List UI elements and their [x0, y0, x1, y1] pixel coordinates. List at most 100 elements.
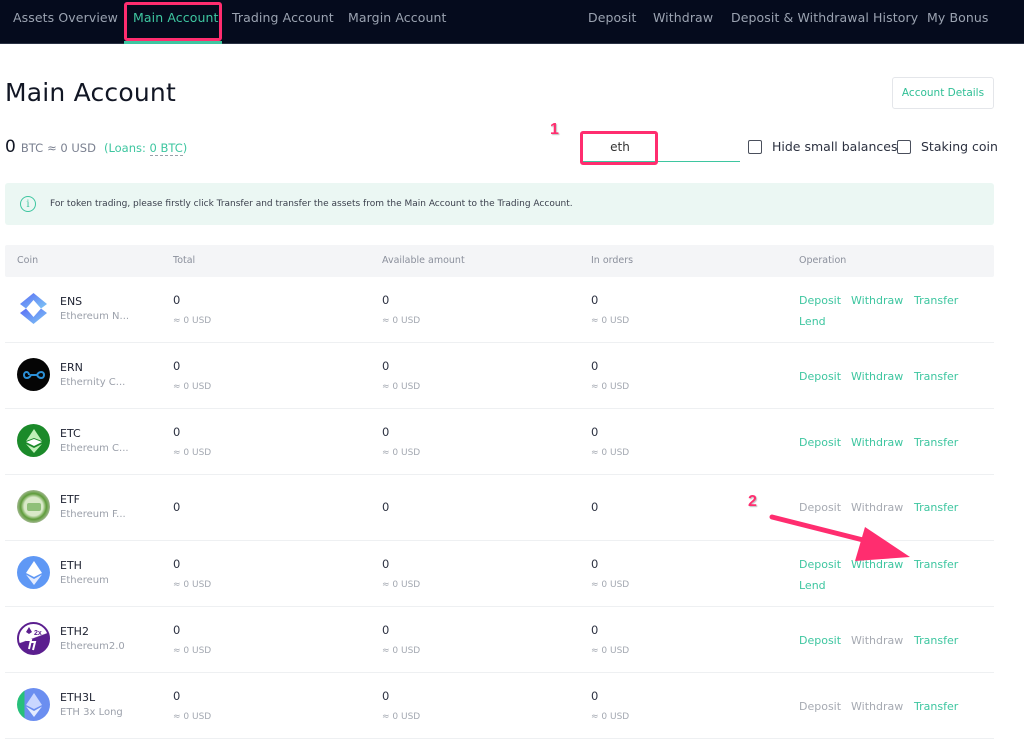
transfer-link[interactable]: Transfer — [914, 501, 958, 514]
transfer-link[interactable]: Transfer — [914, 294, 958, 307]
deposit-link[interactable]: Deposit — [799, 370, 841, 383]
withdraw-link[interactable]: Withdraw — [851, 436, 903, 449]
loans-info: (Loans: 0 BTC) — [103, 141, 188, 156]
header-available: Available amount — [382, 255, 465, 266]
deposit-link[interactable]: Deposit — [799, 436, 841, 449]
balance-summary: 0 BTC ≈ 0 USD (Loans: 0 BTC) — [5, 137, 187, 157]
available-usd: ≈ 0 USD — [382, 382, 421, 392]
available-value: 0 — [382, 623, 390, 637]
eth2-coin-icon: 2x — [17, 622, 50, 655]
available-usd: ≈ 0 USD — [382, 712, 421, 722]
in-orders-value: 0 — [591, 500, 599, 514]
table-row: ETF Ethereum F... 0 0 0 Deposit Withdraw… — [5, 475, 994, 541]
in-orders-value: 0 — [591, 557, 599, 571]
lend-link[interactable]: Lend — [799, 579, 826, 592]
annotation-marker-1: 1 — [550, 121, 559, 138]
staking-coin-label: Staking coin — [921, 139, 998, 154]
account-details-button[interactable]: Account Details — [892, 77, 994, 109]
nav-margin-account[interactable]: Margin Account — [348, 10, 447, 25]
info-icon: i — [20, 196, 36, 212]
deposit-link[interactable]: Deposit — [799, 294, 841, 307]
coin-symbol: ETH — [60, 559, 82, 572]
transfer-link[interactable]: Transfer — [914, 634, 958, 647]
available-usd: ≈ 0 USD — [382, 646, 421, 656]
transfer-link[interactable]: Transfer — [914, 558, 958, 571]
in-orders-usd: ≈ 0 USD — [591, 712, 630, 722]
transfer-link[interactable]: Transfer — [914, 370, 958, 383]
balance-usd: ≈ 0 USD — [47, 141, 96, 155]
available-value: 0 — [382, 557, 390, 571]
withdraw-link[interactable]: Withdraw — [851, 634, 903, 647]
deposit-link[interactable]: Deposit — [799, 501, 841, 514]
table-row: ETC Ethereum C... 0 ≈ 0 USD 0 ≈ 0 USD 0 … — [5, 409, 994, 475]
table-row: ETH3L ETH 3x Long 0 ≈ 0 USD 0 ≈ 0 USD 0 … — [5, 673, 994, 739]
nav-deposit[interactable]: Deposit — [588, 10, 636, 25]
active-tab-indicator — [124, 41, 222, 44]
deposit-link[interactable]: Deposit — [799, 700, 841, 713]
total-value: 0 — [173, 425, 181, 439]
in-orders-usd: ≈ 0 USD — [591, 448, 630, 458]
nav-assets-overview[interactable]: Assets Overview — [13, 10, 118, 25]
total-usd: ≈ 0 USD — [173, 580, 212, 590]
total-value: 0 — [173, 557, 181, 571]
available-value: 0 — [382, 293, 390, 307]
in-orders-usd: ≈ 0 USD — [591, 382, 630, 392]
withdraw-link[interactable]: Withdraw — [851, 294, 903, 307]
transfer-link[interactable]: Transfer — [914, 436, 958, 449]
coin-name: ETH 3x Long — [60, 707, 123, 718]
svg-text:2x: 2x — [34, 630, 42, 637]
in-orders-value: 0 — [591, 359, 599, 373]
page-title: Main Account — [5, 78, 176, 107]
top-navigation: Assets Overview Main Account Trading Acc… — [0, 0, 1024, 44]
balance-unit: BTC — [20, 141, 44, 155]
coin-name: Ethereum F... — [60, 509, 126, 520]
in-orders-value: 0 — [591, 623, 599, 637]
coin-symbol: ETF — [60, 493, 80, 506]
nav-main-account[interactable]: Main Account — [133, 10, 218, 25]
table-row: 2x ETH2 Ethereum2.0 0 ≈ 0 USD 0 ≈ 0 USD … — [5, 607, 994, 673]
available-value: 0 — [382, 689, 390, 703]
withdraw-link[interactable]: Withdraw — [851, 558, 903, 571]
ens-coin-icon — [17, 292, 50, 325]
header-total: Total — [173, 255, 196, 266]
withdraw-link[interactable]: Withdraw — [851, 700, 903, 713]
total-value: 0 — [173, 293, 181, 307]
hide-small-balances-label: Hide small balances — [772, 139, 898, 154]
table-header: Coin Total Available amount In orders Op… — [5, 245, 994, 277]
available-usd: ≈ 0 USD — [382, 448, 421, 458]
deposit-link[interactable]: Deposit — [799, 634, 841, 647]
header-coin: Coin — [17, 255, 39, 266]
lend-link[interactable]: Lend — [799, 315, 826, 328]
coin-symbol: ERN — [60, 361, 83, 374]
loans-suffix: ) — [182, 141, 188, 155]
loans-value[interactable]: 0 BTC — [149, 141, 183, 156]
in-orders-value: 0 — [591, 425, 599, 439]
annotation-marker-2: 2 — [748, 493, 757, 510]
nav-deposit-withdrawal-history[interactable]: Deposit & Withdrawal History — [731, 10, 918, 25]
nav-my-bonus[interactable]: My Bonus — [927, 10, 989, 25]
total-usd: ≈ 0 USD — [173, 646, 212, 656]
loans-prefix: (Loans: — [103, 141, 150, 155]
etf-coin-icon — [17, 490, 50, 523]
nav-trading-account[interactable]: Trading Account — [232, 10, 334, 25]
hide-small-balances-checkbox[interactable]: Hide small balances — [748, 139, 897, 154]
total-value: 0 — [173, 623, 181, 637]
eth-coin-icon — [17, 556, 50, 589]
available-usd: ≈ 0 USD — [382, 580, 421, 590]
nav-withdraw[interactable]: Withdraw — [653, 10, 713, 25]
coin-name: Ethernity C... — [60, 377, 126, 388]
withdraw-link[interactable]: Withdraw — [851, 370, 903, 383]
in-orders-usd: ≈ 0 USD — [591, 580, 630, 590]
checkbox-box[interactable] — [897, 139, 911, 154]
checkbox-box[interactable] — [748, 139, 762, 154]
deposit-link[interactable]: Deposit — [799, 558, 841, 571]
in-orders-usd: ≈ 0 USD — [591, 316, 630, 326]
transfer-link[interactable]: Transfer — [914, 700, 958, 713]
withdraw-link[interactable]: Withdraw — [851, 501, 903, 514]
staking-coin-checkbox[interactable]: Staking coin — [897, 139, 998, 154]
header-in-orders: In orders — [591, 255, 634, 266]
total-value: 0 — [173, 500, 181, 514]
ern-coin-icon — [17, 358, 50, 391]
search-input[interactable] — [582, 132, 658, 162]
search-field — [582, 132, 740, 162]
